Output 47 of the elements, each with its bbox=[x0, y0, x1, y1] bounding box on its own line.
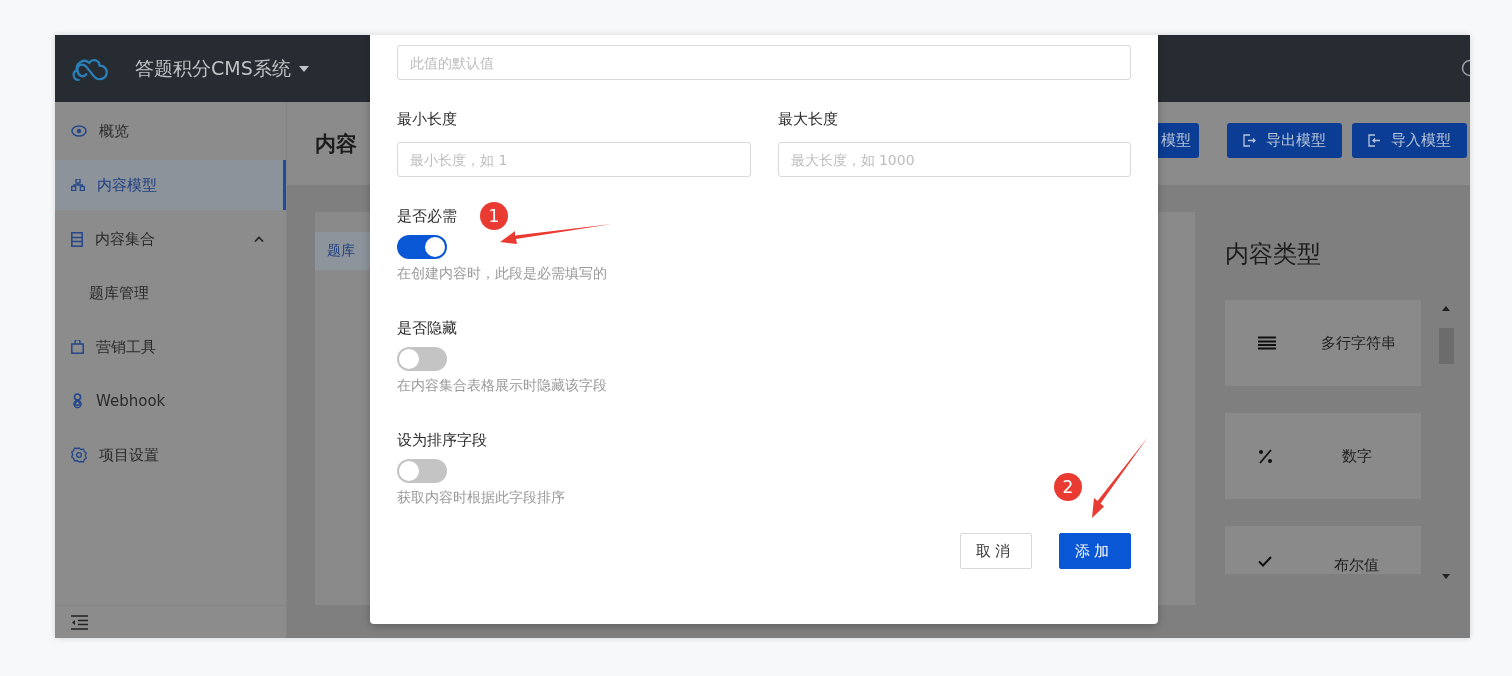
min-length-field[interactable]: 最小长度，如 1 bbox=[397, 142, 751, 177]
nav-subitem[interactable]: 题库管理 bbox=[55, 268, 286, 318]
panel-heading: 内容类型 bbox=[1225, 239, 1322, 270]
field-label: 最大长度 bbox=[777, 110, 838, 130]
switch-description: 在内容集合表格展示时隐藏该字段 bbox=[397, 377, 608, 395]
nav-item[interactable]: 内容模型 bbox=[55, 160, 286, 210]
lines-icon bbox=[1258, 336, 1276, 350]
hierarchy-icon bbox=[71, 179, 85, 191]
scroll-down-icon[interactable] bbox=[1441, 574, 1451, 580]
toggle-switch[interactable] bbox=[397, 347, 447, 371]
scroll-up-icon[interactable] bbox=[1441, 305, 1451, 311]
toggle-switch[interactable] bbox=[397, 235, 447, 259]
settings-icon bbox=[71, 447, 87, 463]
list-box-icon bbox=[71, 231, 83, 247]
toolbar-button[interactable]: 导出模型 bbox=[1227, 123, 1342, 158]
toolbar-button[interactable]: 导入模型 bbox=[1352, 123, 1467, 158]
percent-icon bbox=[1258, 448, 1273, 464]
nav-item[interactable]: Webhook bbox=[55, 376, 286, 426]
max-length-field[interactable]: 最大长度，如 1000 bbox=[777, 142, 1131, 177]
content-type-card[interactable]: 多行字符串 bbox=[1225, 300, 1421, 386]
toggle-switch[interactable] bbox=[397, 459, 447, 483]
chevron-icon[interactable] bbox=[254, 236, 264, 242]
nav-item[interactable]: 项目设置 bbox=[55, 430, 286, 480]
switch-label: 是否必需 bbox=[397, 207, 457, 227]
import-icon bbox=[1368, 134, 1381, 147]
switch-label: 是否隐藏 bbox=[397, 319, 457, 339]
nav-item[interactable]: 概览 bbox=[55, 106, 286, 156]
nav-item[interactable]: 内容集合 bbox=[55, 214, 286, 264]
caret-icon[interactable] bbox=[298, 65, 309, 72]
eye-icon bbox=[71, 125, 87, 137]
bag-icon bbox=[71, 340, 84, 354]
collapse-menu-icon[interactable] bbox=[71, 614, 88, 630]
switch-description: 在创建内容时，此段是必需填写的 bbox=[397, 265, 608, 283]
export-icon bbox=[1243, 134, 1256, 147]
nav-item[interactable]: 营销工具 bbox=[55, 322, 286, 372]
app-title[interactable]: 答题积分CMS系统 bbox=[135, 55, 291, 82]
check-icon bbox=[1258, 556, 1272, 567]
webhook-icon bbox=[71, 393, 84, 409]
switch-description: 获取内容时根据此字段排序 bbox=[397, 489, 566, 507]
add-button[interactable]: 添加 bbox=[1059, 533, 1131, 569]
content-type-card[interactable]: 布尔值 bbox=[1225, 526, 1421, 574]
cancel-button[interactable]: 取消 bbox=[960, 533, 1032, 569]
field-label: 最小长度 bbox=[397, 110, 457, 130]
content-type-card[interactable]: 数字 bbox=[1225, 413, 1421, 499]
page-title: 内容 bbox=[315, 130, 357, 158]
default-value-field[interactable]: 此值的默认值 bbox=[397, 45, 1131, 80]
switch-label: 设为排序字段 bbox=[397, 431, 487, 451]
